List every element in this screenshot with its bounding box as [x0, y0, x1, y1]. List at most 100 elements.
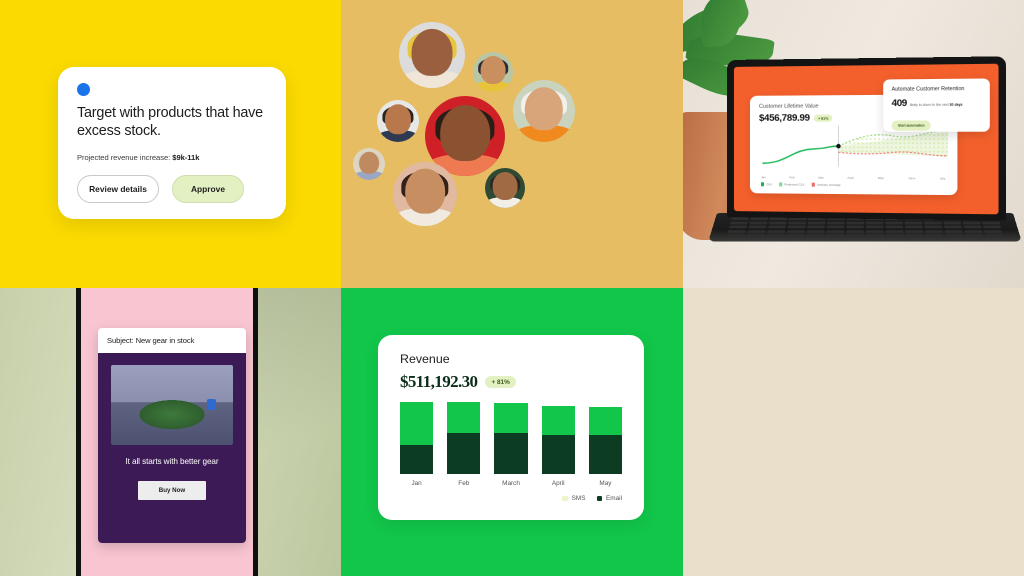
clv-x-tick: June	[908, 176, 916, 181]
revenue-legend: SMS Email	[400, 495, 622, 502]
keyboard-key	[866, 229, 884, 233]
keyboard-key	[827, 221, 845, 225]
approve-button[interactable]: Approve	[172, 174, 244, 203]
recommendation-actions: Review details Approve	[77, 174, 267, 203]
retention-description-value: 30 days	[949, 102, 963, 107]
panel-recommendation: Target with products that have excess st…	[0, 0, 341, 288]
bar-label: May	[599, 480, 612, 487]
keyboard-key	[846, 221, 864, 225]
revenue-change-badge: + 81%	[485, 376, 516, 388]
keyboard-key	[866, 225, 884, 229]
keyboard-key	[885, 221, 903, 225]
bar-segment-sms	[588, 407, 623, 435]
bar-segment-email	[588, 434, 623, 474]
revenue-legend-item: Email	[596, 495, 622, 502]
laptop-mockup: Customer Lifetime Value $456,789.99 + 81…	[708, 56, 1024, 260]
clv-x-tick: April	[847, 175, 854, 180]
product-collage: Target with products that have excess st…	[0, 0, 1024, 576]
legend-swatch	[811, 183, 815, 187]
bar-label: April	[551, 480, 565, 487]
keyboard-key	[727, 229, 746, 233]
keyboard-key	[746, 234, 765, 237]
keyboard-key	[826, 234, 844, 237]
avatar-woman-hijab	[513, 80, 575, 142]
legend-swatch	[596, 495, 603, 502]
keyboard-key	[846, 225, 864, 229]
keyboard-key	[984, 229, 1003, 233]
avatar-person-dark-bob	[473, 52, 513, 92]
bar-label: March	[502, 480, 520, 487]
keyboard-key	[924, 221, 942, 225]
keyboard-key	[750, 217, 768, 220]
bar-segment-email	[494, 432, 528, 474]
legend-swatch	[779, 182, 783, 187]
keyboard-key	[766, 234, 785, 237]
panel-audience	[341, 0, 683, 288]
bar-segment-sms	[494, 403, 528, 433]
keyboard-key	[965, 234, 984, 237]
revenue-card: Revenue $511,192.30 + 81% Jan Feb March Apr…	[378, 335, 644, 520]
avatar-person-curly	[393, 162, 457, 226]
revenue-bar-labels: Jan Feb March April May	[400, 480, 622, 487]
clv-legend-item: Projected CLV	[779, 182, 804, 187]
bar-segment-sms	[447, 402, 481, 433]
keyboard-key	[827, 225, 845, 229]
panel-laptop-dashboard: Customer Lifetime Value $456,789.99 + 81…	[683, 0, 1024, 288]
bar-segment-email	[400, 445, 434, 474]
laptop-keyboard	[726, 217, 1004, 237]
retention-description-prefix: likely to churn in the next	[909, 102, 950, 108]
start-automation-button[interactable]: Start automation	[891, 120, 932, 131]
keyboard-key	[925, 229, 943, 233]
clv-line-chart	[759, 126, 948, 176]
keyboard-key	[731, 217, 749, 220]
status-dot-icon	[77, 83, 90, 96]
clv-value: $456,789.99	[758, 112, 810, 124]
keyboard-key	[963, 225, 982, 229]
revenue-bars	[400, 402, 623, 474]
keyboard-key	[749, 221, 767, 225]
keyboard-key	[925, 234, 944, 237]
keyboard-key	[964, 229, 983, 233]
keyboard-key	[846, 229, 864, 233]
retention-title: Automate Customer Retention	[891, 85, 965, 93]
revenue-value: $511,192.30	[400, 372, 478, 391]
revenue-bar	[447, 402, 481, 474]
legend-swatch	[761, 182, 765, 186]
clv-legend: CLV Projected CLV Industry average	[759, 182, 948, 188]
bar-label: Feb	[458, 480, 470, 487]
recommendation-title: Target with products that have excess st…	[77, 105, 263, 139]
keyboard-key	[806, 229, 825, 233]
avatar-person-glasses	[377, 100, 419, 142]
keyboard-key	[748, 225, 767, 229]
clv-x-tick: Jan	[761, 175, 767, 180]
clv-legend-item: Industry average	[811, 183, 841, 187]
keyboard-key	[729, 221, 748, 225]
product-image	[111, 365, 233, 445]
revenue-bar	[541, 402, 575, 474]
keyboard-key	[806, 234, 824, 237]
clv-x-tick: May	[877, 175, 884, 181]
keyboard-key	[945, 234, 964, 237]
revenue-value-row: $511,192.30 + 81%	[400, 372, 622, 392]
retention-count: 409	[891, 96, 907, 109]
revenue-title: Revenue	[400, 352, 450, 366]
keyboard-key	[728, 225, 747, 229]
keyboard-key	[982, 221, 1001, 225]
retention-metric-row: 409 likely to churn in the next 30 days	[892, 96, 982, 108]
review-details-button[interactable]: Review details	[77, 174, 159, 203]
keyboard-key	[944, 225, 962, 229]
keyboard-key	[807, 221, 825, 225]
keyboard-key	[886, 234, 904, 237]
panel-revenue: Revenue $511,192.30 + 81% Jan Feb March Apr…	[341, 288, 683, 576]
projected-revenue-text: Projected revenue increase: $9k-11k	[77, 153, 267, 162]
bar-segment-email	[447, 432, 481, 474]
clv-x-tick: Mar	[818, 175, 824, 180]
keyboard-key	[826, 229, 844, 233]
revenue-bar	[494, 402, 528, 474]
phone-mockup: Subject: New gear in stock It all starts…	[76, 288, 258, 576]
avatar-person-cap	[353, 148, 385, 180]
email-headline: It all starts with better gear	[125, 457, 219, 466]
keyboard-key	[985, 234, 1004, 237]
buy-now-button[interactable]: Buy Now	[138, 480, 206, 500]
keyboard-key	[943, 221, 962, 225]
